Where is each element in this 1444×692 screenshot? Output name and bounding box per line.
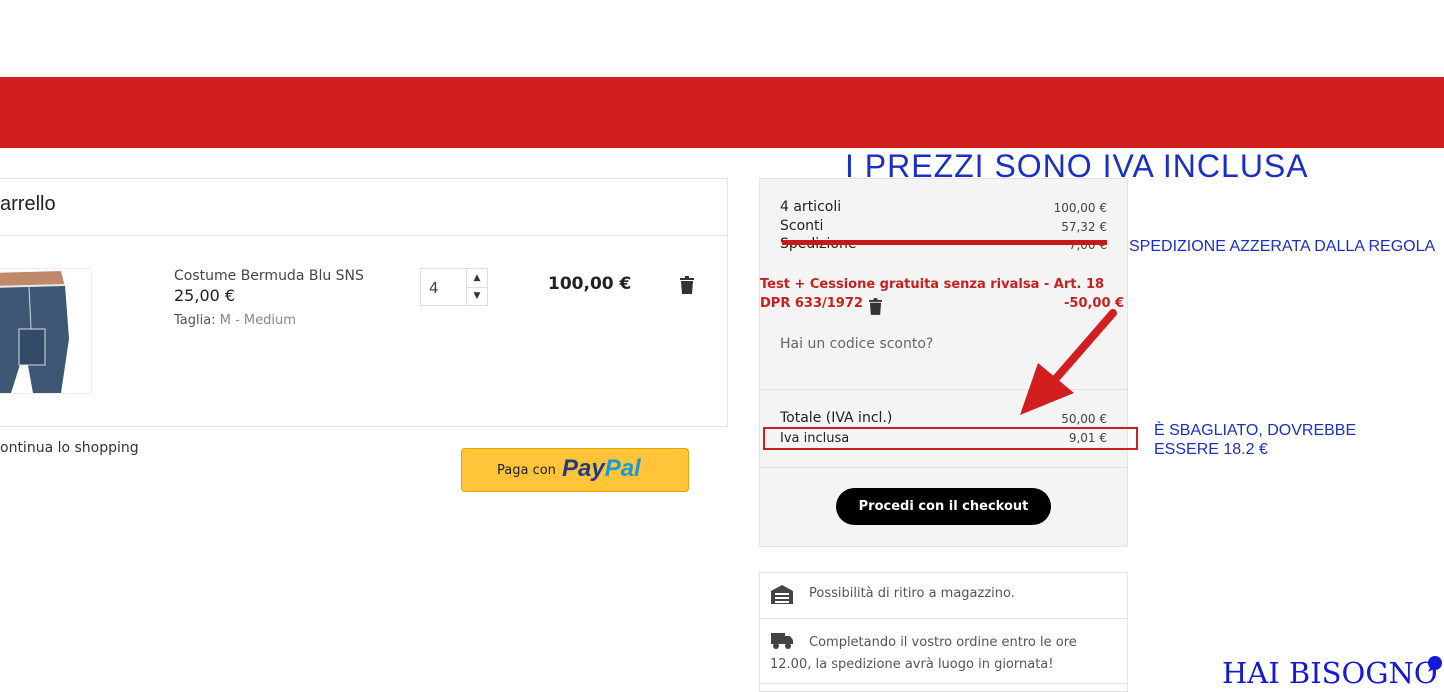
product-size-label: Taglia: bbox=[174, 313, 216, 328]
promo-rule-name-2: DPR 633/1972 bbox=[760, 296, 863, 311]
coupon-code-link[interactable]: Hai un codice sconto? bbox=[780, 336, 933, 352]
paypal-prefix: Paga con bbox=[497, 463, 556, 478]
summary-discount-label: Sconti bbox=[780, 218, 824, 234]
paypal-button[interactable]: Paga con PayPal bbox=[461, 448, 689, 492]
paypal-logo-pal: Pal bbox=[604, 455, 641, 482]
reassurance-item-shipping: Completando il vostro ordine entro le or… bbox=[770, 635, 1077, 672]
product-name[interactable]: Costume Bermuda Blu SNS bbox=[174, 268, 364, 284]
annotation-shipping-note: SPEDIZIONE AZZERATA DALLA REGOLA bbox=[1129, 238, 1436, 255]
quantity-stepper[interactable]: 4 ▲ ▼ bbox=[420, 268, 488, 306]
checkout-button[interactable]: Procedi con il checkout bbox=[836, 488, 1051, 525]
line-total: 100,00 € bbox=[548, 274, 632, 294]
cart-divider bbox=[0, 235, 728, 236]
remove-promo-trash-icon[interactable] bbox=[869, 298, 882, 315]
quantity-up-icon[interactable]: ▲ bbox=[467, 269, 487, 288]
product-image[interactable] bbox=[0, 268, 92, 394]
summary-items-label: 4 articoli bbox=[780, 199, 842, 215]
summary-discount-value: 57,32 € bbox=[1061, 220, 1107, 234]
product-unit-price: 25,00 € bbox=[174, 286, 236, 305]
reassurance-item-pickup: Possibilità di ritiro a magazzino. bbox=[809, 586, 1015, 601]
promo-rule-name: Test + Cessione gratuita senza rivalsa -… bbox=[760, 277, 1105, 292]
chat-bubble-icon[interactable] bbox=[1426, 656, 1444, 672]
reassurance-divider-2 bbox=[760, 683, 1127, 684]
paypal-logo: PayPal bbox=[562, 455, 641, 483]
annotation-title: I PREZZI SONO IVA INCLUSA bbox=[845, 148, 1309, 184]
vat-highlight-box bbox=[763, 427, 1138, 450]
product-size: Taglia: M - Medium bbox=[174, 313, 296, 328]
summary-items-value: 100,00 € bbox=[1053, 201, 1107, 215]
product-size-value: M - Medium bbox=[219, 313, 296, 328]
help-banner-text[interactable]: HAI BISOGNO bbox=[1222, 656, 1438, 690]
annotation-wrong-line2: ESSERE 18.2 € bbox=[1154, 441, 1268, 458]
summary-divider-2 bbox=[760, 467, 1127, 468]
arrow-annotation-icon bbox=[1010, 305, 1130, 425]
shipping-strike-annotation bbox=[782, 240, 1107, 245]
cart-card bbox=[0, 178, 728, 427]
reassurance-divider bbox=[760, 618, 1127, 619]
summary-total-label: Totale (IVA incl.) bbox=[780, 410, 893, 426]
paypal-logo-pay: Pay bbox=[562, 455, 605, 482]
header-bar bbox=[0, 77, 1444, 148]
quantity-input[interactable]: 4 bbox=[429, 279, 439, 297]
quantity-down-icon[interactable]: ▼ bbox=[467, 287, 487, 305]
quantity-buttons: ▲ ▼ bbox=[466, 269, 487, 305]
continue-shopping-link[interactable]: ontinua lo shopping bbox=[0, 440, 139, 456]
annotation-wrong-line1: È SBAGLIATO, DOVREBBE bbox=[1154, 422, 1357, 439]
cart-title: arrello bbox=[0, 193, 56, 215]
trash-icon[interactable] bbox=[680, 276, 694, 294]
warehouse-icon bbox=[770, 584, 794, 604]
